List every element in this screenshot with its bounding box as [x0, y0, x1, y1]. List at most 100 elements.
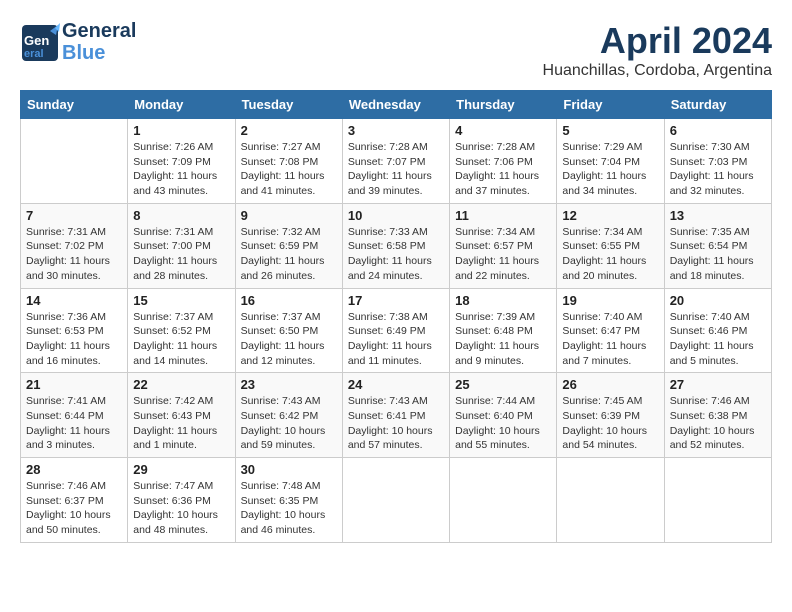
weekday-header: Saturday — [664, 91, 771, 119]
day-number: 26 — [562, 377, 658, 392]
day-info: Sunrise: 7:48 AMSunset: 6:35 PMDaylight:… — [241, 479, 337, 538]
day-number: 19 — [562, 293, 658, 308]
calendar-week-row: 28 Sunrise: 7:46 AMSunset: 6:37 PMDaylig… — [21, 458, 772, 543]
weekday-header: Sunday — [21, 91, 128, 119]
day-info: Sunrise: 7:36 AMSunset: 6:53 PMDaylight:… — [26, 310, 122, 369]
day-number: 17 — [348, 293, 444, 308]
day-info: Sunrise: 7:43 AMSunset: 6:42 PMDaylight:… — [241, 394, 337, 453]
calendar-day-cell: 8 Sunrise: 7:31 AMSunset: 7:00 PMDayligh… — [128, 203, 235, 288]
day-number: 1 — [133, 123, 229, 138]
day-info: Sunrise: 7:26 AMSunset: 7:09 PMDaylight:… — [133, 140, 229, 199]
calendar-day-cell: 18 Sunrise: 7:39 AMSunset: 6:48 PMDaylig… — [450, 288, 557, 373]
calendar-day-cell — [557, 458, 664, 543]
day-info: Sunrise: 7:46 AMSunset: 6:38 PMDaylight:… — [670, 394, 766, 453]
day-number: 28 — [26, 462, 122, 477]
day-number: 5 — [562, 123, 658, 138]
calendar-day-cell: 5 Sunrise: 7:29 AMSunset: 7:04 PMDayligh… — [557, 119, 664, 204]
day-number: 9 — [241, 208, 337, 223]
calendar-day-cell: 16 Sunrise: 7:37 AMSunset: 6:50 PMDaylig… — [235, 288, 342, 373]
day-number: 7 — [26, 208, 122, 223]
calendar-day-cell: 3 Sunrise: 7:28 AMSunset: 7:07 PMDayligh… — [342, 119, 449, 204]
month-title: April 2024 — [543, 20, 772, 62]
day-info: Sunrise: 7:34 AMSunset: 6:55 PMDaylight:… — [562, 225, 658, 284]
calendar-week-row: 7 Sunrise: 7:31 AMSunset: 7:02 PMDayligh… — [21, 203, 772, 288]
day-info: Sunrise: 7:44 AMSunset: 6:40 PMDaylight:… — [455, 394, 551, 453]
day-number: 8 — [133, 208, 229, 223]
day-info: Sunrise: 7:37 AMSunset: 6:52 PMDaylight:… — [133, 310, 229, 369]
day-info: Sunrise: 7:34 AMSunset: 6:57 PMDaylight:… — [455, 225, 551, 284]
calendar-day-cell: 21 Sunrise: 7:41 AMSunset: 6:44 PMDaylig… — [21, 373, 128, 458]
day-number: 29 — [133, 462, 229, 477]
day-info: Sunrise: 7:39 AMSunset: 6:48 PMDaylight:… — [455, 310, 551, 369]
calendar-day-cell: 9 Sunrise: 7:32 AMSunset: 6:59 PMDayligh… — [235, 203, 342, 288]
weekday-header: Tuesday — [235, 91, 342, 119]
day-number: 25 — [455, 377, 551, 392]
calendar-day-cell: 29 Sunrise: 7:47 AMSunset: 6:36 PMDaylig… — [128, 458, 235, 543]
calendar-week-row: 21 Sunrise: 7:41 AMSunset: 6:44 PMDaylig… — [21, 373, 772, 458]
calendar-table: SundayMondayTuesdayWednesdayThursdayFrid… — [20, 90, 772, 543]
calendar-day-cell: 26 Sunrise: 7:45 AMSunset: 6:39 PMDaylig… — [557, 373, 664, 458]
day-info: Sunrise: 7:31 AMSunset: 7:00 PMDaylight:… — [133, 225, 229, 284]
day-info: Sunrise: 7:28 AMSunset: 7:06 PMDaylight:… — [455, 140, 551, 199]
calendar-day-cell: 22 Sunrise: 7:42 AMSunset: 6:43 PMDaylig… — [128, 373, 235, 458]
calendar-day-cell: 27 Sunrise: 7:46 AMSunset: 6:38 PMDaylig… — [664, 373, 771, 458]
calendar-day-cell: 13 Sunrise: 7:35 AMSunset: 6:54 PMDaylig… — [664, 203, 771, 288]
calendar-day-cell: 19 Sunrise: 7:40 AMSunset: 6:47 PMDaylig… — [557, 288, 664, 373]
calendar-day-cell: 4 Sunrise: 7:28 AMSunset: 7:06 PMDayligh… — [450, 119, 557, 204]
weekday-header-row: SundayMondayTuesdayWednesdayThursdayFrid… — [21, 91, 772, 119]
svg-text:Gen: Gen — [24, 33, 49, 48]
calendar-week-row: 14 Sunrise: 7:36 AMSunset: 6:53 PMDaylig… — [21, 288, 772, 373]
calendar-day-cell: 10 Sunrise: 7:33 AMSunset: 6:58 PMDaylig… — [342, 203, 449, 288]
day-info: Sunrise: 7:42 AMSunset: 6:43 PMDaylight:… — [133, 394, 229, 453]
calendar-day-cell: 1 Sunrise: 7:26 AMSunset: 7:09 PMDayligh… — [128, 119, 235, 204]
day-number: 18 — [455, 293, 551, 308]
logo-general: General — [62, 20, 136, 42]
day-info: Sunrise: 7:35 AMSunset: 6:54 PMDaylight:… — [670, 225, 766, 284]
calendar-day-cell: 17 Sunrise: 7:38 AMSunset: 6:49 PMDaylig… — [342, 288, 449, 373]
day-number: 14 — [26, 293, 122, 308]
calendar-day-cell: 7 Sunrise: 7:31 AMSunset: 7:02 PMDayligh… — [21, 203, 128, 288]
weekday-header: Thursday — [450, 91, 557, 119]
day-number: 22 — [133, 377, 229, 392]
weekday-header: Friday — [557, 91, 664, 119]
calendar-day-cell: 24 Sunrise: 7:43 AMSunset: 6:41 PMDaylig… — [342, 373, 449, 458]
day-number: 13 — [670, 208, 766, 223]
day-info: Sunrise: 7:46 AMSunset: 6:37 PMDaylight:… — [26, 479, 122, 538]
day-number: 6 — [670, 123, 766, 138]
day-info: Sunrise: 7:31 AMSunset: 7:02 PMDaylight:… — [26, 225, 122, 284]
calendar-week-row: 1 Sunrise: 7:26 AMSunset: 7:09 PMDayligh… — [21, 119, 772, 204]
calendar-day-cell: 23 Sunrise: 7:43 AMSunset: 6:42 PMDaylig… — [235, 373, 342, 458]
day-info: Sunrise: 7:47 AMSunset: 6:36 PMDaylight:… — [133, 479, 229, 538]
day-info: Sunrise: 7:41 AMSunset: 6:44 PMDaylight:… — [26, 394, 122, 453]
calendar-day-cell: 25 Sunrise: 7:44 AMSunset: 6:40 PMDaylig… — [450, 373, 557, 458]
day-info: Sunrise: 7:37 AMSunset: 6:50 PMDaylight:… — [241, 310, 337, 369]
calendar-day-cell: 30 Sunrise: 7:48 AMSunset: 6:35 PMDaylig… — [235, 458, 342, 543]
calendar-day-cell: 6 Sunrise: 7:30 AMSunset: 7:03 PMDayligh… — [664, 119, 771, 204]
day-number: 30 — [241, 462, 337, 477]
day-info: Sunrise: 7:33 AMSunset: 6:58 PMDaylight:… — [348, 225, 444, 284]
day-number: 10 — [348, 208, 444, 223]
calendar-day-cell: 15 Sunrise: 7:37 AMSunset: 6:52 PMDaylig… — [128, 288, 235, 373]
day-number: 27 — [670, 377, 766, 392]
calendar-day-cell — [21, 119, 128, 204]
day-number: 3 — [348, 123, 444, 138]
calendar-day-cell: 14 Sunrise: 7:36 AMSunset: 6:53 PMDaylig… — [21, 288, 128, 373]
day-info: Sunrise: 7:40 AMSunset: 6:46 PMDaylight:… — [670, 310, 766, 369]
logo: Gen eral General Blue — [20, 20, 136, 64]
day-info: Sunrise: 7:28 AMSunset: 7:07 PMDaylight:… — [348, 140, 444, 199]
day-number: 12 — [562, 208, 658, 223]
calendar-day-cell: 12 Sunrise: 7:34 AMSunset: 6:55 PMDaylig… — [557, 203, 664, 288]
day-info: Sunrise: 7:30 AMSunset: 7:03 PMDaylight:… — [670, 140, 766, 199]
calendar-day-cell — [664, 458, 771, 543]
day-number: 11 — [455, 208, 551, 223]
day-info: Sunrise: 7:45 AMSunset: 6:39 PMDaylight:… — [562, 394, 658, 453]
calendar-day-cell: 11 Sunrise: 7:34 AMSunset: 6:57 PMDaylig… — [450, 203, 557, 288]
calendar-day-cell — [342, 458, 449, 543]
day-number: 4 — [455, 123, 551, 138]
page-header: Gen eral General Blue April 2024 Huanchi… — [20, 20, 772, 80]
calendar-day-cell: 2 Sunrise: 7:27 AMSunset: 7:08 PMDayligh… — [235, 119, 342, 204]
day-info: Sunrise: 7:38 AMSunset: 6:49 PMDaylight:… — [348, 310, 444, 369]
day-number: 2 — [241, 123, 337, 138]
day-number: 24 — [348, 377, 444, 392]
calendar-day-cell: 28 Sunrise: 7:46 AMSunset: 6:37 PMDaylig… — [21, 458, 128, 543]
